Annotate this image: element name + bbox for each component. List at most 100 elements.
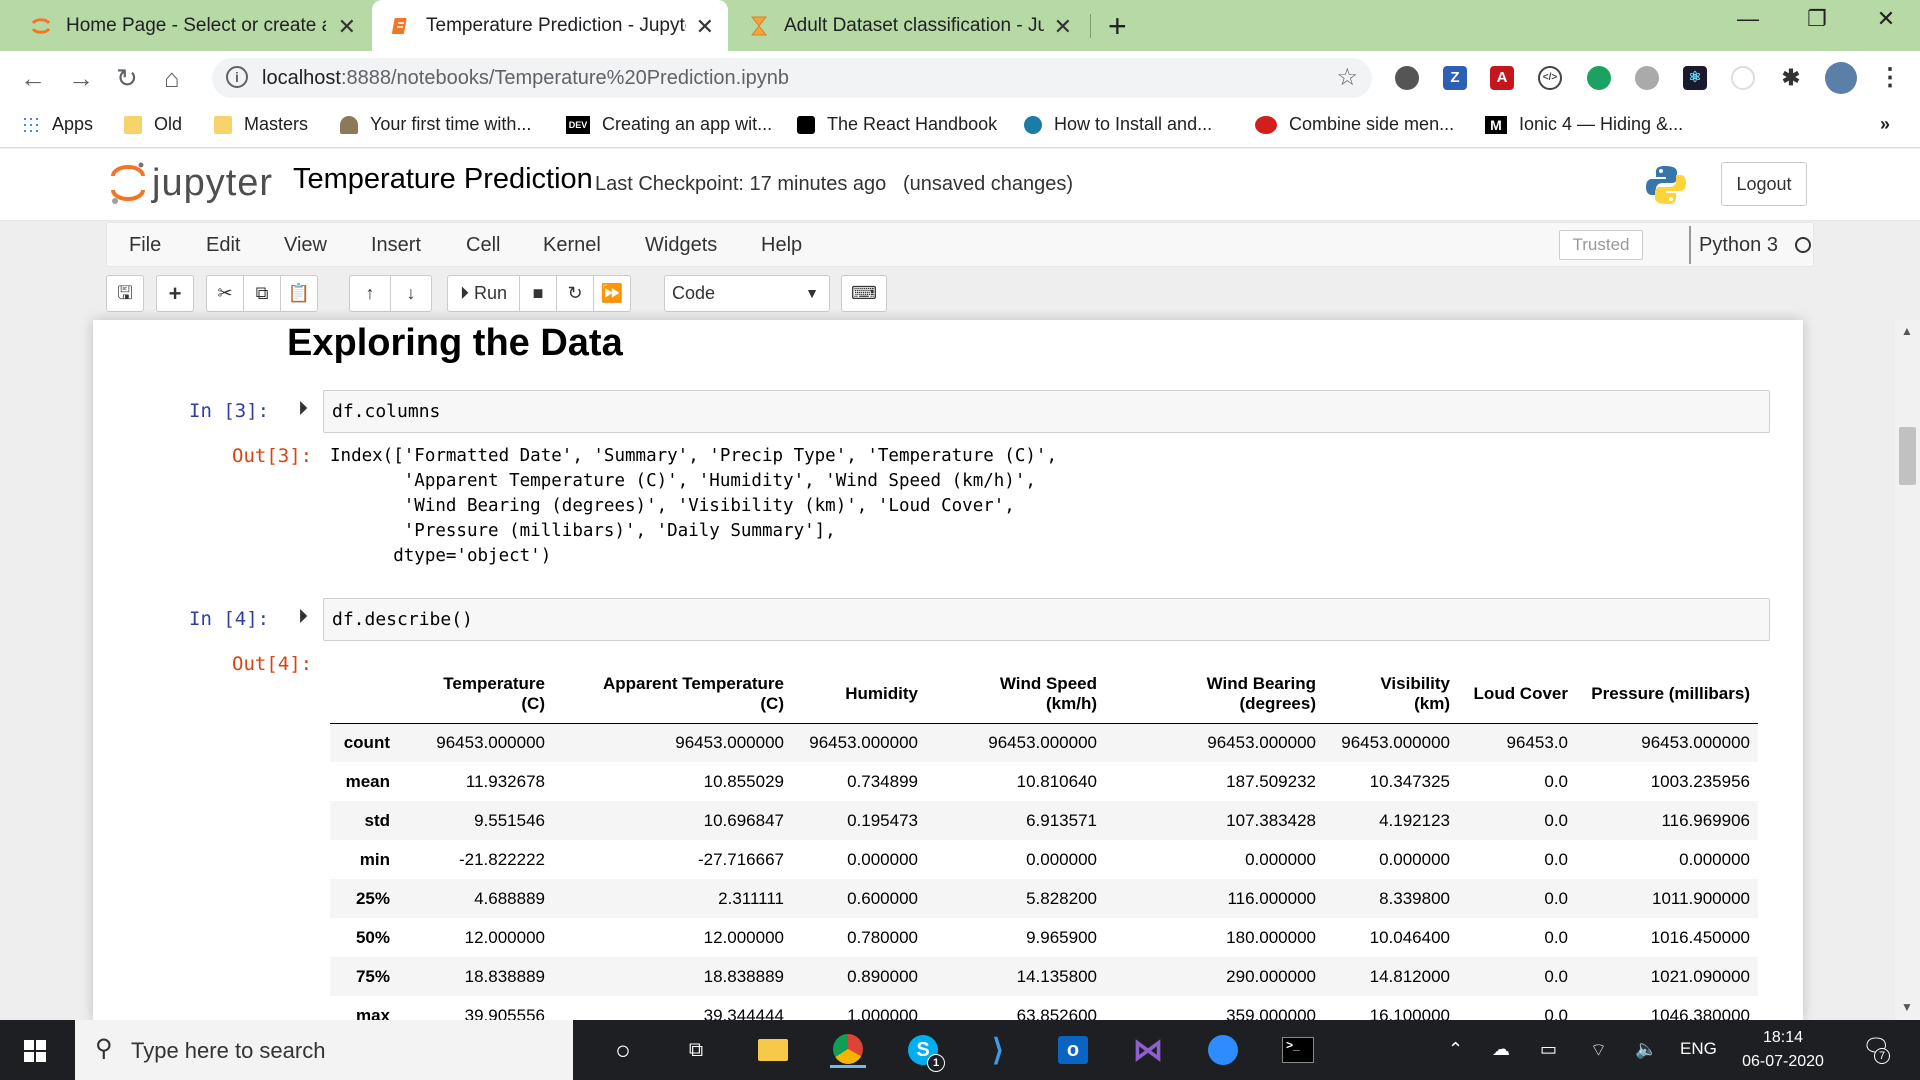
- menu-help[interactable]: Help: [761, 234, 802, 257]
- tab-home-page[interactable]: Home Page - Select or create a n ✕: [14, 0, 370, 51]
- menu-edit[interactable]: Edit: [206, 234, 240, 257]
- profile-avatar[interactable]: [1825, 62, 1857, 94]
- menu-file[interactable]: File: [129, 234, 161, 257]
- terminal-icon[interactable]: >_: [1280, 1032, 1316, 1068]
- reload-icon[interactable]: ↻: [116, 63, 138, 94]
- table-cell: 0.195473: [847, 810, 918, 830]
- table-cell: 2.311111: [718, 888, 784, 908]
- bookmark-old[interactable]: Old: [124, 114, 182, 135]
- move-up-arrow-icon[interactable]: ↑: [349, 275, 391, 312]
- extension-gray-icon[interactable]: [1635, 66, 1659, 90]
- insert-cell-plus-icon[interactable]: +: [156, 275, 194, 312]
- markdown-heading: Exploring the Data: [287, 322, 623, 364]
- bookmark-star-icon[interactable]: ☆: [1336, 63, 1358, 92]
- close-window-icon[interactable]: ✕: [1866, 6, 1906, 32]
- copy-icon[interactable]: ⧉: [243, 275, 281, 312]
- extension-circle-icon[interactable]: [1395, 66, 1419, 90]
- menu-view[interactable]: View: [284, 234, 327, 257]
- notebook-title[interactable]: Temperature Prediction: [293, 163, 593, 196]
- close-tab-icon[interactable]: ✕: [338, 14, 356, 40]
- scroll-down-icon[interactable]: ▼: [1901, 1000, 1913, 1014]
- vscode-icon[interactable]: ⟩: [980, 1032, 1016, 1068]
- minimize-icon[interactable]: —: [1728, 6, 1768, 32]
- move-down-arrow-icon[interactable]: ↓: [390, 275, 432, 312]
- taskbar-clock[interactable]: 18:14 06-07-2020: [1728, 1026, 1838, 1074]
- bookmark-combine-side-menu[interactable]: Combine side men...: [1255, 114, 1454, 135]
- tab-temperature-prediction[interactable]: Temperature Prediction - Jupyter ✕: [372, 0, 728, 51]
- interrupt-stop-icon[interactable]: ■: [519, 275, 557, 312]
- kernel-name[interactable]: Python 3: [1689, 226, 1778, 264]
- bookmark-masters[interactable]: Masters: [214, 114, 308, 135]
- site-info-icon[interactable]: i: [226, 66, 248, 88]
- taskbar-search-box[interactable]: ⚲ Type here to search: [75, 1020, 573, 1080]
- cortana-icon[interactable]: ○: [605, 1032, 641, 1068]
- page-scrollbar[interactable]: ▲ ▼: [1895, 320, 1920, 1020]
- save-icon[interactable]: 🖫: [106, 275, 144, 312]
- wifi-icon[interactable]: ⌔: [1590, 1039, 1607, 1062]
- notification-center-icon[interactable]: 🗨 7: [1862, 1034, 1890, 1064]
- task-view-icon[interactable]: ⧉: [678, 1032, 714, 1068]
- bookmark-ionic-4[interactable]: M Ionic 4 — Hiding &...: [1485, 114, 1683, 135]
- jupyter-logo[interactable]: jupyter: [110, 161, 273, 205]
- scroll-up-icon[interactable]: ▲: [1901, 324, 1913, 338]
- extension-green-icon[interactable]: [1587, 66, 1611, 90]
- scrollbar-thumb[interactable]: [1899, 427, 1916, 485]
- menu-widgets[interactable]: Widgets: [645, 234, 717, 257]
- table-cell: 10.046400: [1369, 927, 1450, 947]
- run-button[interactable]: ⏵ Run: [447, 275, 520, 312]
- back-arrow-icon[interactable]: ←: [20, 63, 46, 94]
- bookmark-first-time[interactable]: Your first time with...: [340, 114, 531, 135]
- zoom-icon[interactable]: [1205, 1032, 1241, 1068]
- home-icon[interactable]: ⌂: [164, 63, 180, 94]
- visual-studio-icon[interactable]: ⋈: [1130, 1032, 1166, 1068]
- language-indicator[interactable]: ENG: [1680, 1039, 1717, 1059]
- battery-icon[interactable]: ▭: [1540, 1039, 1557, 1060]
- bookmark-apps[interactable]: Apps: [22, 114, 93, 135]
- bookmark-creating-app[interactable]: DEV Creating an app wit...: [566, 114, 772, 135]
- file-explorer-icon[interactable]: [755, 1032, 791, 1068]
- code-cell-input[interactable]: df.describe(): [323, 598, 1770, 641]
- extension-z-icon[interactable]: Z: [1443, 66, 1467, 90]
- cell-type-select[interactable]: Code ▼: [664, 275, 830, 312]
- trusted-indicator[interactable]: Trusted: [1559, 230, 1643, 260]
- volume-icon[interactable]: 🔈: [1635, 1039, 1657, 1060]
- tab-adult-dataset[interactable]: Adult Dataset classification - Jupy ✕: [730, 0, 1086, 51]
- close-tab-icon[interactable]: ✕: [1054, 14, 1072, 40]
- column-header: Loud Cover: [1458, 665, 1576, 724]
- address-bar[interactable]: i localhost:8888/notebooks/Temperature%2…: [212, 58, 1372, 98]
- logout-button[interactable]: Logout: [1721, 162, 1807, 206]
- extension-white-icon[interactable]: [1731, 66, 1755, 90]
- extension-pdf-icon[interactable]: A: [1490, 66, 1514, 90]
- tab-title: Home Page - Select or create a n: [66, 14, 326, 36]
- keyboard-shortcuts-icon[interactable]: ⌨: [841, 275, 887, 312]
- table-cell: 0.0: [1544, 966, 1568, 986]
- table-row: std 9.551546 10.696847 0.195473 6.913571 107.…: [330, 801, 1758, 840]
- cut-scissors-icon[interactable]: ✂: [206, 275, 244, 312]
- extension-code-icon[interactable]: </>: [1538, 66, 1562, 90]
- bookmarks-overflow-button[interactable]: »: [1880, 114, 1890, 135]
- forward-arrow-icon[interactable]: →: [68, 63, 94, 94]
- restore-icon[interactable]: ❐: [1797, 6, 1837, 32]
- restart-kernel-icon[interactable]: ↻: [556, 275, 594, 312]
- menu-insert[interactable]: Insert: [371, 234, 421, 257]
- show-hidden-icons-chevron-icon[interactable]: ⌃: [1448, 1039, 1463, 1060]
- skype-icon[interactable]: S1: [905, 1032, 945, 1072]
- code-cell-input[interactable]: df.columns: [323, 390, 1770, 433]
- bookmark-react-handbook[interactable]: The React Handbook: [797, 114, 997, 135]
- browser-menu-icon[interactable]: ⋮: [1878, 66, 1902, 90]
- extensions-puzzle-icon[interactable]: ✱: [1779, 66, 1803, 90]
- run-cell-icon[interactable]: ⏵: [298, 398, 308, 421]
- restart-run-all-icon[interactable]: ⏩: [593, 275, 631, 312]
- close-tab-icon[interactable]: ✕: [696, 14, 714, 40]
- paste-icon[interactable]: 📋: [280, 275, 318, 312]
- onedrive-cloud-icon[interactable]: ☁: [1492, 1039, 1510, 1060]
- extension-react-icon[interactable]: ⚛: [1683, 66, 1707, 90]
- new-tab-plus-icon[interactable]: +: [1108, 8, 1127, 45]
- run-cell-icon[interactable]: ⏵: [298, 606, 308, 629]
- bookmark-how-to-install[interactable]: How to Install and...: [1024, 114, 1212, 135]
- chrome-icon[interactable]: [830, 1032, 866, 1068]
- windows-start-icon[interactable]: [24, 1040, 46, 1062]
- outlook-icon[interactable]: o: [1055, 1032, 1091, 1068]
- menu-kernel[interactable]: Kernel: [543, 234, 601, 257]
- menu-cell[interactable]: Cell: [466, 234, 500, 257]
